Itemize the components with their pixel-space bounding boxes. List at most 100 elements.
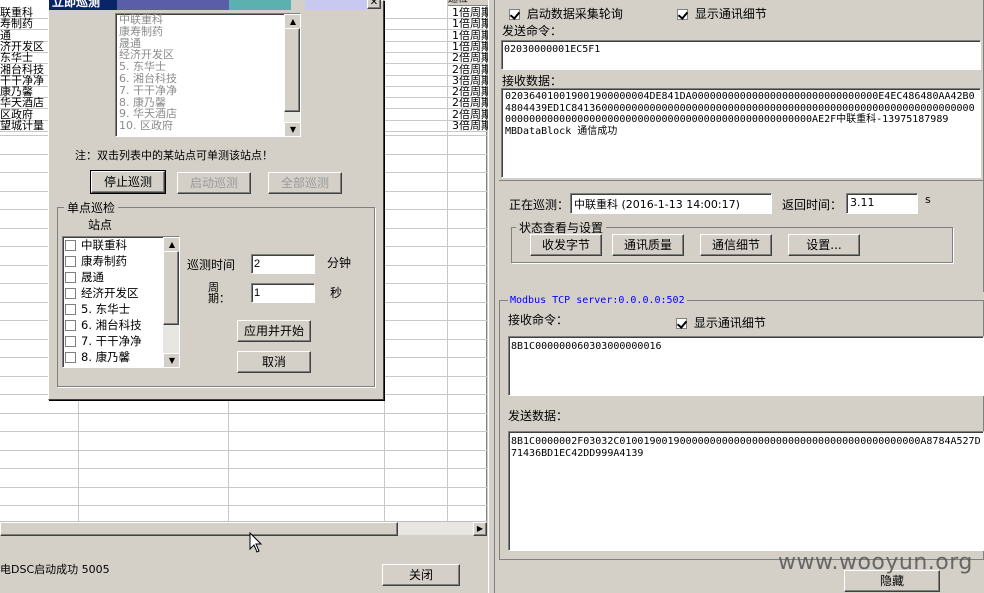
watermark: www.wooyun.org [778, 550, 973, 575]
patrol-dialog: 立即巡测 ✕ 中联重科 康寿制药 晟通 经济开发区 5. 东华士 6. 湘台科技 7. 干干… [48, 0, 384, 400]
list-scrollbar[interactable]: ▲ ▼ [284, 14, 300, 136]
station-label: 8. 康乃馨 [81, 350, 131, 364]
list-item[interactable]: 晟通 [119, 38, 300, 50]
table-cell-name: 望城计量 [0, 119, 44, 132]
return-time-unit: s [925, 193, 931, 206]
station-label: 6. 湘台科技 [81, 318, 142, 332]
station-checkbox[interactable] [65, 352, 76, 363]
quality-button[interactable]: 通讯质量 [612, 234, 684, 256]
station-checkbox[interactable] [65, 336, 76, 347]
station-checkbox[interactable] [65, 304, 76, 315]
polling-label: 正在巡测： [509, 198, 570, 212]
apply-start-button[interactable]: 应用并开始 [237, 320, 311, 342]
station-label: 7. 干干净净 [81, 334, 142, 348]
return-time-field[interactable]: 3.11 [846, 193, 918, 214]
bytes-button[interactable]: 收发字节 [530, 234, 602, 256]
interval-input[interactable] [251, 254, 315, 274]
period-label: 周 期： [208, 281, 241, 305]
table-cell-period: 3倍周期 [452, 120, 488, 131]
station-list-top[interactable]: 中联重科 康寿制药 晟通 经济开发区 5. 东华士 6. 湘台科技 7. 干干净净 8. 康乃… [115, 13, 301, 137]
send-data-field[interactable]: 8B1C0000002F03032C0100190019000000000000… [508, 431, 984, 551]
station-checkbox[interactable] [65, 288, 76, 299]
list-item[interactable]: 中联重科 [119, 14, 300, 26]
horizontal-scrollbar[interactable]: ▶ [0, 521, 487, 536]
enable-polling-checkbox[interactable] [509, 9, 520, 20]
dialog-title-bar: 立即巡测 ✕ [49, 0, 383, 10]
table-cell-period: 2倍周期 [452, 52, 488, 64]
table-cell-name: 湘台科技 [0, 62, 44, 76]
period-input[interactable] [251, 283, 315, 303]
list-item[interactable]: 经济开发区 [65, 285, 179, 301]
table-cell-period: 2倍周期 [452, 97, 488, 109]
scrollbar-thumb[interactable] [0, 522, 398, 536]
patrol-all-button[interactable]: 全部巡测 [268, 172, 342, 194]
dialog-close-button[interactable]: ✕ [367, 0, 381, 9]
station-label: 经济开发区 [81, 286, 139, 300]
scrollbar-thumb[interactable] [163, 251, 179, 325]
list-item[interactable]: 7. 干干净净 [119, 85, 300, 97]
station-checklist[interactable]: 中联重科 康寿制药晟通经济开发区 5. 东华士 6. 湘台科技 7. 干干净净 8. 康乃… [62, 236, 180, 368]
close-button[interactable]: 关闭 [382, 564, 460, 586]
list-item[interactable]: 康寿制药 [65, 253, 179, 269]
station-label: 5. 东华士 [81, 302, 131, 316]
modbus-title: Modbus TCP server:0.0.0.0:502 [508, 295, 687, 306]
table-cell-name: 通 [0, 28, 11, 42]
group-title: 单点巡检 [64, 199, 119, 216]
station-checkbox[interactable] [65, 256, 76, 267]
station-checkbox[interactable] [65, 320, 76, 331]
list-item[interactable]: 9. 华天酒店 [119, 108, 300, 120]
list-item[interactable]: 5. 东华士 [119, 61, 300, 73]
period-unit: 秒 [330, 286, 343, 300]
top-section: 启动数据采集轮询 显示通讯细节 发送命令： 02030000001EC5F1 接… [499, 0, 984, 180]
show-details-checkbox[interactable] [677, 9, 688, 20]
scrollbar-thumb[interactable] [284, 28, 300, 112]
splitter[interactable] [488, 0, 495, 593]
list-item[interactable]: 5. 东华士 [65, 301, 179, 317]
table-cell-name: 东华士 [0, 51, 33, 65]
show-details2-label: 显示通讯细节 [693, 316, 766, 330]
cancel-button[interactable]: 取消 [237, 351, 311, 373]
status-text: 电DSC启动成功 5005 [0, 563, 110, 576]
list-item[interactable]: 经济开发区 [119, 49, 300, 61]
list-item[interactable]: 康寿制药 [119, 26, 300, 38]
list-item[interactable]: 8. 康乃馨 [119, 97, 300, 109]
table-cell-name: 寿制药 [0, 17, 33, 31]
show-details-label: 显示通讯细节 [694, 7, 767, 21]
polling-value-field[interactable]: 中联重科 (2016-1-13 14:00:17) [570, 193, 772, 214]
scroll-right-arrow[interactable]: ▶ [473, 522, 487, 536]
send-command-field[interactable]: 02030000001EC5F1 [501, 40, 981, 70]
show-details2-checkbox[interactable] [676, 318, 687, 329]
scroll-down-arrow[interactable]: ▼ [163, 353, 179, 367]
station-label: 康寿制药 [81, 254, 127, 268]
list-item[interactable]: 10. 区政府 [119, 120, 300, 132]
recv-label: 接收数据： [502, 74, 563, 88]
status-settings-group: 状态查看与设置 收发字节 通讯质量 通信细节 设置... [511, 219, 953, 263]
interval-unit: 分钟 [327, 256, 352, 270]
recv-cmd-field[interactable]: 8B1C000000060303000000016 [508, 336, 984, 396]
dialog-title: 立即巡测 [52, 0, 101, 9]
dialog-note: 注：双击列表中的某站点可单测该站点！ [75, 149, 273, 162]
list-item[interactable]: 6. 湘台科技 [119, 73, 300, 85]
settings-button[interactable]: 设置... [788, 234, 860, 256]
checklist-scrollbar[interactable]: ▲ ▼ [163, 237, 179, 367]
send-data-label: 发送数据： [508, 409, 569, 423]
list-item[interactable]: 8. 康乃馨 [65, 349, 179, 365]
grid-header-cell: 巡检 [448, 0, 468, 5]
list-item[interactable]: 中联重科 [65, 237, 179, 253]
stop-patrol-button[interactable]: 停止巡测 [90, 170, 166, 194]
station-checkbox[interactable] [65, 240, 76, 251]
start-patrol-button[interactable]: 启动巡测 [177, 172, 251, 194]
list-item[interactable]: 晟通 [65, 269, 179, 285]
recv-data-field[interactable]: 020364010019001900000004DE841DA000000000… [501, 88, 981, 178]
scroll-down-arrow[interactable]: ▼ [284, 122, 300, 136]
table-cell-period: 2倍周期 [452, 108, 488, 120]
interval-label: 巡测时间 [187, 258, 236, 272]
station-checkbox[interactable] [65, 272, 76, 283]
send-label: 发送命令： [502, 24, 563, 38]
comm-details-button[interactable]: 通信细节 [700, 234, 772, 256]
station-label: 晟通 [81, 270, 104, 284]
list-item[interactable]: 7. 干干净净 [65, 333, 179, 349]
polling-section: 正在巡测： 中联重科 (2016-1-13 14:00:17) 返回时间： 3.… [499, 180, 984, 292]
list-item[interactable]: 6. 湘台科技 [65, 317, 179, 333]
return-time-label: 返回时间： [782, 198, 843, 212]
